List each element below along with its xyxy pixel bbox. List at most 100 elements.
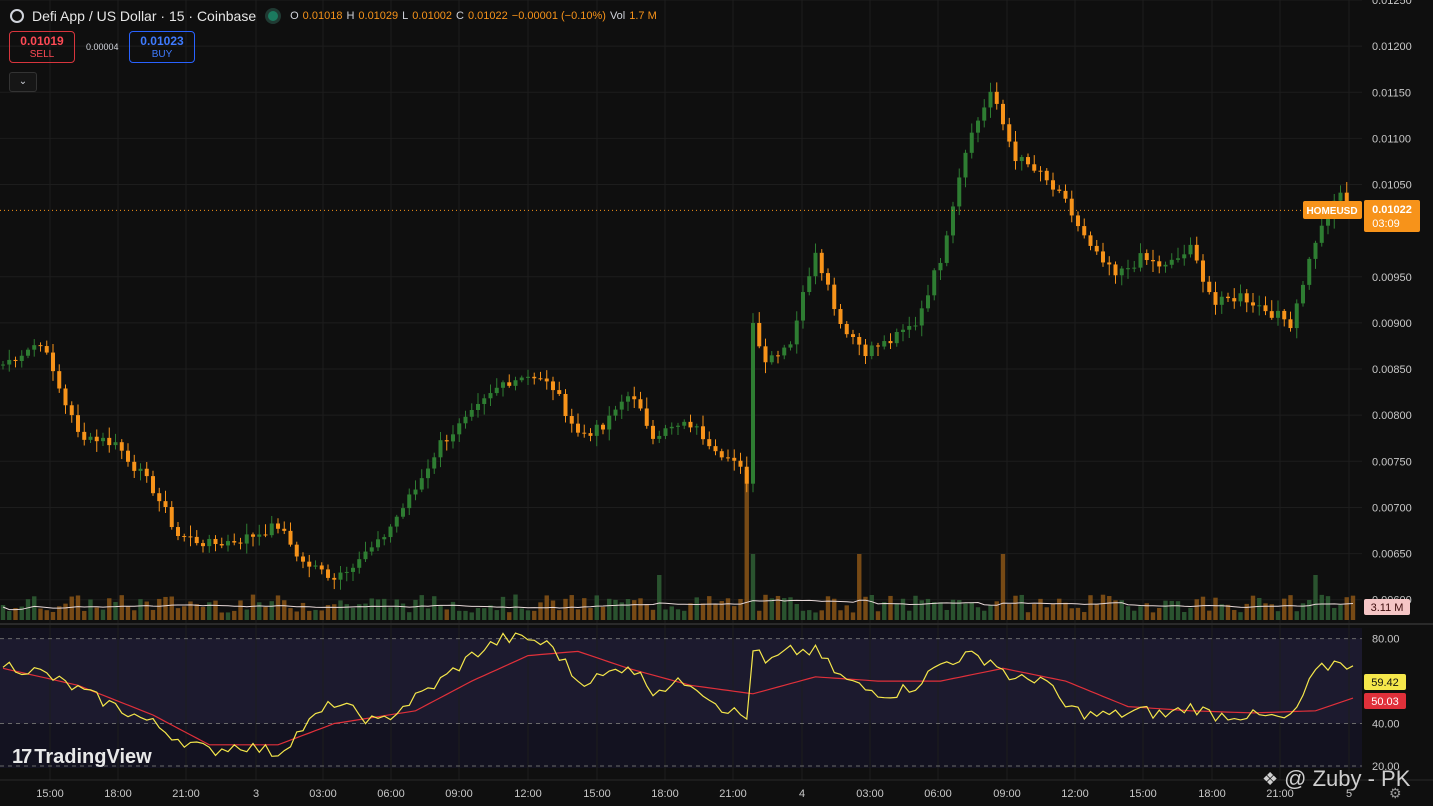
volume-bar <box>388 607 393 620</box>
chevron-down-icon[interactable]: ⌄ <box>9 72 37 92</box>
candle <box>113 442 118 446</box>
candle <box>438 440 443 458</box>
candle <box>1157 261 1162 267</box>
candle <box>257 534 262 537</box>
candle <box>651 425 655 439</box>
volume-bar <box>688 603 693 620</box>
symbol-title[interactable]: Defi App / US Dollar · 15 · Coinbase <box>32 8 256 24</box>
candle <box>1119 268 1124 276</box>
candle <box>507 382 512 386</box>
candle <box>1319 225 1324 243</box>
candle <box>238 542 243 544</box>
price-tick-label: 0.01250 <box>1372 0 1412 7</box>
volume-bar <box>250 594 256 620</box>
volume-bar <box>1350 595 1356 620</box>
volume-bar <box>1125 606 1131 620</box>
candle <box>719 451 724 458</box>
price-tick-label: 0.00800 <box>1372 410 1412 422</box>
volume-bar <box>588 608 593 620</box>
price-tick-label: 0.01100 <box>1372 133 1411 145</box>
volume-bar <box>1332 607 1337 620</box>
candle <box>51 352 55 372</box>
time-tick-label: 15:00 <box>36 788 64 800</box>
volume-bar <box>413 599 418 620</box>
volume-bar <box>1250 595 1256 620</box>
volume-bar <box>257 602 262 620</box>
candle <box>38 345 43 347</box>
volume-bar <box>369 598 374 620</box>
time-tick-label: 12:00 <box>514 788 542 800</box>
volume-bar <box>532 610 537 620</box>
candle <box>807 276 812 293</box>
volume-bar <box>800 610 806 620</box>
volume-bar <box>594 595 599 620</box>
sell-button[interactable]: 0.01019 SELL <box>9 31 75 63</box>
candle <box>751 322 755 484</box>
volume-bar <box>182 606 187 620</box>
candle <box>1288 319 1293 329</box>
volume-bar <box>1307 599 1312 620</box>
volume-bar <box>69 596 74 620</box>
candle <box>1113 264 1118 276</box>
sell-price: 0.01019 <box>20 34 64 48</box>
volume-bar <box>475 608 481 620</box>
candle <box>1176 258 1180 260</box>
volume-bar <box>1169 600 1174 620</box>
time-tick-label: 06:00 <box>924 788 952 800</box>
candle <box>76 415 80 432</box>
volume-bar <box>925 598 931 620</box>
volume-bar <box>507 612 512 620</box>
volume-bar <box>732 606 737 620</box>
candle <box>519 377 524 381</box>
volume-bar <box>907 610 912 620</box>
volume-bar <box>82 610 87 620</box>
candle <box>126 450 130 462</box>
candle <box>788 344 793 348</box>
candle <box>207 538 212 547</box>
sell-label: SELL <box>29 49 55 60</box>
candle <box>826 273 830 285</box>
volume-bar <box>632 600 637 620</box>
candle <box>626 396 630 402</box>
price-tick-label: 0.01050 <box>1372 180 1412 192</box>
gear-icon[interactable]: ⚙ <box>1389 785 1402 802</box>
candle <box>351 567 355 572</box>
volume-bar <box>75 595 81 620</box>
candle <box>432 457 437 469</box>
price-chart[interactable]: 0.01250 0.01200 0.01150 0.01100 0.01050 0.009… <box>0 0 1433 806</box>
candle <box>369 547 374 552</box>
candle <box>394 516 399 527</box>
countdown-label: 03:09 <box>1372 218 1400 230</box>
volume-bar <box>444 609 449 620</box>
candle <box>957 177 962 207</box>
candle <box>601 424 605 430</box>
candle <box>313 565 318 567</box>
candle <box>338 572 343 580</box>
volume-bar <box>938 602 943 620</box>
volume-bar <box>807 610 812 620</box>
volume-bar <box>432 596 437 620</box>
buy-button[interactable]: 0.01023 BUY <box>129 31 195 63</box>
candle <box>701 426 705 440</box>
candle <box>819 252 824 274</box>
volume-bar <box>1069 608 1074 620</box>
time-tick-label: 06:00 <box>377 788 405 800</box>
candle <box>657 435 662 439</box>
candle <box>538 378 543 380</box>
volume-bar <box>450 601 456 620</box>
volume-bar <box>1175 601 1181 620</box>
volume-bar <box>919 600 924 620</box>
rsi-tick-label: 80.00 <box>1372 634 1400 646</box>
volume-bar <box>538 602 543 620</box>
candle <box>182 536 187 538</box>
candle <box>282 528 287 531</box>
volume-bar <box>263 606 268 620</box>
volume-bar <box>657 575 662 620</box>
volume-bar <box>175 608 181 620</box>
candle <box>382 537 387 540</box>
candle <box>7 359 12 365</box>
volume-bar <box>132 610 137 620</box>
volume-bar <box>844 605 849 620</box>
candle <box>569 416 574 424</box>
candle <box>1094 245 1099 252</box>
